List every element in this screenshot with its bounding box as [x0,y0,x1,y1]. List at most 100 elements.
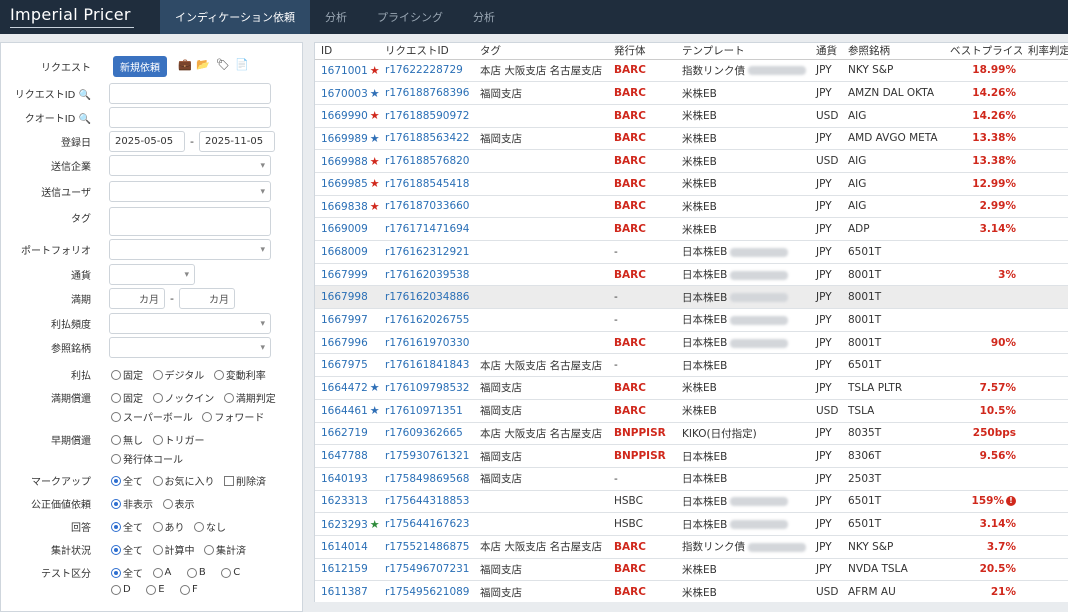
redemption-superball-radio[interactable]: スーパーボール [111,409,193,424]
col-header-currency[interactable]: 通貨 [810,43,842,60]
table-row[interactable]: 1623313 r175644318853 HSBC 日本株EB JPY 6501T 159… [315,490,1068,514]
document-icon[interactable]: 📄 [235,58,249,71]
sending-user-select[interactable] [109,181,271,202]
app-logo[interactable]: Imperial Pricer [0,0,160,34]
favorite-star-icon[interactable]: ★ [370,200,379,213]
row-request-id-link[interactable]: r176162312921 [385,246,469,258]
row-request-id-link[interactable]: r17622228729 [385,64,463,76]
nav-tab-pricing[interactable]: プライシング [362,0,458,34]
col-header-tag[interactable]: タグ [474,43,608,60]
redemption-fixed-radio[interactable]: 固定 [111,390,143,405]
row-id-link[interactable]: 1647788 [321,450,368,462]
reference-select[interactable] [109,337,271,358]
agg-calculating-radio[interactable]: 計算中 [152,542,195,557]
row-id-link[interactable]: 1668009 [321,246,368,258]
agg-all-radio[interactable]: 全て [111,542,143,557]
row-id-link[interactable]: 1669985 [321,178,368,190]
favorite-star-icon[interactable]: ★ [370,132,379,145]
nav-tab-analysis-2[interactable]: 分析 [458,0,510,34]
test-d-radio[interactable]: D [111,584,131,595]
row-id-link[interactable]: 1669988 [321,156,368,168]
table-row[interactable]: 1669990 ★ r176188590972 BARC 米株EB USD AIG 14.26… [315,104,1068,128]
col-header-best-price[interactable]: ベストプライス [944,43,1022,60]
favorite-star-icon[interactable]: ★ [370,64,379,77]
markup-deleted-checkbox[interactable]: 削除済 [224,473,266,488]
table-row[interactable]: 1668009 r176162312921 - 日本株EB JPY 6501T [315,240,1068,264]
table-row[interactable]: 1669989 ★ r176188563422 福岡支店 BARC 米株EB JPY AMD … [315,127,1068,151]
briefcase-icon[interactable]: 💼 [178,58,192,71]
markup-all-radio[interactable]: 全て [111,473,143,488]
test-c-radio[interactable]: C [221,567,240,578]
row-request-id-link[interactable]: r176162034886 [385,291,469,303]
tags-icon[interactable]: 🏷 [216,58,230,71]
quote-id-input[interactable] [109,107,271,128]
table-row[interactable]: 1669838 ★ r176187033660 BARC 米株EB JPY AIG 2.99% [315,195,1068,219]
table-row[interactable]: 1662719 r17609362665 本店 大阪支店 名古屋支店 BNPPISR K… [315,422,1068,446]
row-id-link[interactable]: 1669989 [321,133,368,145]
table-row[interactable]: 1623293 ★ r175644167623 HSBC 日本株EB JPY 6501T 3.… [315,512,1068,536]
nav-tab-indication-request[interactable]: インディケーション依頼 [160,0,311,34]
table-row[interactable]: 1614014 r175521486875 本店 大阪支店 名古屋支店 BARC 指数リ… [315,535,1068,559]
sending-company-select[interactable] [109,155,271,176]
row-request-id-link[interactable]: r176109798532 [385,382,469,394]
row-request-id-link[interactable]: r176188576820 [385,155,469,167]
row-id-link[interactable]: 1669838 [321,201,368,213]
row-request-id-link[interactable]: r176188563422 [385,132,469,144]
row-id-link[interactable]: 1614014 [321,541,368,553]
row-request-id-link[interactable]: r17610971351 [385,405,463,417]
row-id-link[interactable]: 1670003 [321,88,368,100]
favorite-star-icon[interactable]: ★ [370,381,379,394]
table-row[interactable]: 1667997 r176162026755 - 日本株EB JPY 8001T [315,308,1068,332]
portfolio-select[interactable] [109,239,271,260]
col-header-id[interactable]: ID [315,43,379,60]
row-id-link[interactable]: 1671001 [321,65,368,77]
row-request-id-link[interactable]: r175849869568 [385,473,469,485]
row-id-link[interactable]: 1669990 [321,110,368,122]
table-row[interactable]: 1669985 ★ r176188545418 BARC 米株EB JPY AIG 12.99… [315,172,1068,196]
row-id-link[interactable]: 1664461 [321,405,368,417]
row-id-link[interactable]: 1640193 [321,473,368,485]
col-header-reference[interactable]: 参照銘柄 [842,43,944,60]
answer-no-radio[interactable]: なし [194,519,226,534]
row-id-link[interactable]: 1667975 [321,359,368,371]
col-header-template[interactable]: テンプレート [676,43,810,60]
row-id-link[interactable]: 1669009 [321,223,368,235]
redemption-maturity-radio[interactable]: 満期判定 [223,390,276,405]
favorite-star-icon[interactable]: ★ [370,177,379,190]
nav-tab-analysis-1[interactable]: 分析 [310,0,362,34]
coupon-digital-radio[interactable]: デジタル [152,367,204,382]
table-row[interactable]: 1669988 ★ r176188576820 BARC 米株EB USD AIG 13.38… [315,149,1068,173]
table-row[interactable]: 1612159 r175496707231 福岡支店 BARC 米株EB JPY NVDA … [315,558,1068,582]
agg-done-radio[interactable]: 集計済 [204,542,246,557]
table-row[interactable]: 1669009 r176171471694 BARC 米株EB JPY ADP 3.14% [315,217,1068,241]
markup-favorite-radio[interactable]: お気に入り [152,473,215,488]
new-request-button[interactable]: 新規依頼 [113,56,167,77]
col-header-request-id[interactable]: リクエストID [379,43,474,60]
favorite-star-icon[interactable]: ★ [370,404,379,417]
test-b-radio[interactable]: B [186,567,206,578]
row-request-id-link[interactable]: r17609362665 [385,427,463,439]
date-to-input[interactable]: 2025-11-05 [198,131,275,152]
fair-show-radio[interactable]: 表示 [162,496,195,511]
favorite-star-icon[interactable]: ★ [370,87,379,100]
table-row[interactable]: 1671001 ★ r17622228729 本店 大阪支店 名古屋支店 BARC 指数リ… [315,59,1068,83]
row-request-id-link[interactable]: r176188590972 [385,110,469,122]
coupon-floating-radio[interactable]: 変動利率 [213,367,266,382]
row-id-link[interactable]: 1612159 [321,563,368,575]
early-none-radio[interactable]: 無し [111,432,143,447]
favorite-star-icon[interactable]: ★ [370,155,379,168]
favorite-star-icon[interactable]: ★ [370,518,379,531]
table-row[interactable]: 1670003 ★ r176188768396 福岡支店 BARC 米株EB JPY AMZN… [315,81,1068,105]
table-row[interactable]: 1667999 r176162039538 BARC 日本株EB JPY 8001T 3% [315,263,1068,287]
table-row[interactable]: 1647788 r175930761321 福岡支店 BNPPISR 日本株EB JPY 8… [315,444,1068,468]
row-id-link[interactable]: 1667999 [321,269,368,281]
row-request-id-link[interactable]: r176162039538 [385,269,469,281]
row-request-id-link[interactable]: r175644318853 [385,495,469,507]
term-to-input[interactable]: カ月 [178,288,235,309]
table-row[interactable]: 1664472 ★ r176109798532 福岡支店 BARC 米株EB JPY TSLA… [315,376,1068,400]
row-request-id-link[interactable]: r176161970330 [385,337,469,349]
folder-open-icon[interactable]: 📂 [196,58,210,71]
table-row[interactable]: 1664461 ★ r17610971351 福岡支店 BARC 米株EB USD TSLA 1… [315,399,1068,423]
coupon-frequency-select[interactable] [109,313,271,334]
tag-input[interactable] [109,207,271,236]
